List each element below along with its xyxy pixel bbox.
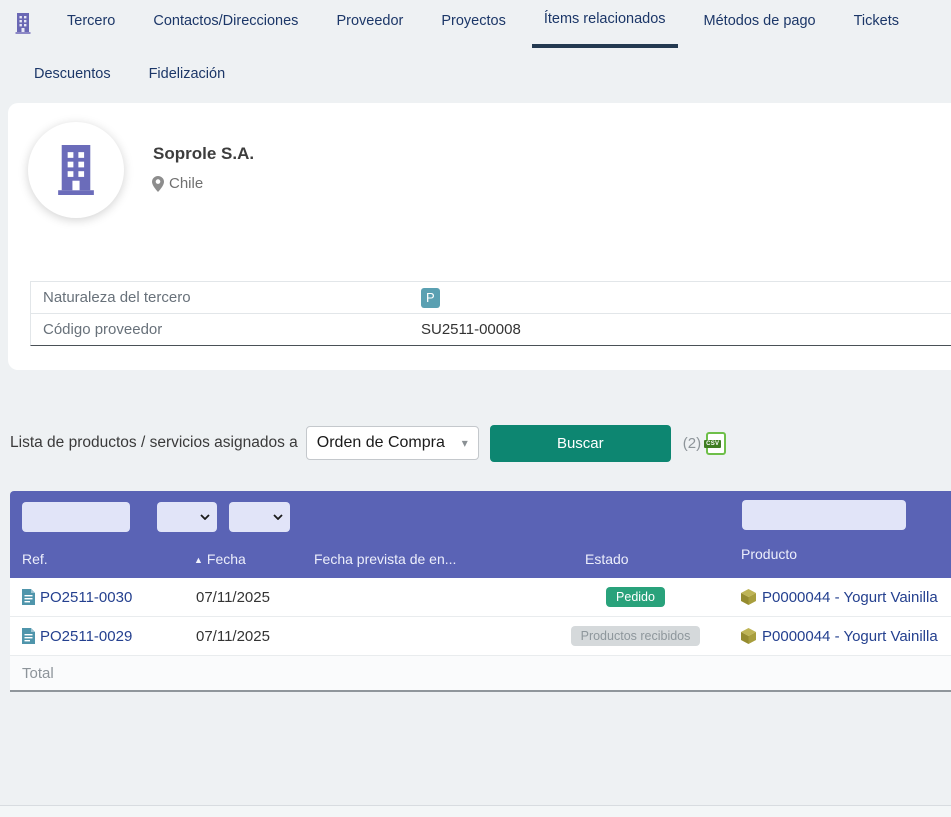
tab-fidelizacion[interactable]: Fidelización xyxy=(137,55,238,98)
order-ref-link[interactable]: PO2511-0030 xyxy=(40,589,132,606)
sort-asc-icon: ▲ xyxy=(194,555,203,565)
column-header-ref[interactable]: Ref. xyxy=(22,551,48,567)
chevron-down-icon xyxy=(273,514,283,520)
products-list-label: Lista de productos / servicios asignados… xyxy=(10,434,298,452)
producto-cell: P0000044 - Yogurt Vainilla xyxy=(719,589,951,606)
company-name: Soprole S.A. xyxy=(153,144,254,164)
date-filter-select-year[interactable] xyxy=(229,502,290,532)
product-link[interactable]: P0000044 - Yogurt Vainilla xyxy=(762,589,938,606)
company-details-table: Naturaleza del tercero P Código proveedo… xyxy=(30,281,951,346)
avatar xyxy=(28,122,124,218)
fecha-cell: 07/11/2025 xyxy=(184,589,302,606)
estado-cell: Productos recibidos xyxy=(552,626,719,647)
chevron-down-icon: ▾ xyxy=(462,436,468,450)
date-filter-select-month[interactable] xyxy=(157,502,217,532)
fecha-cell: 07/11/2025 xyxy=(184,628,302,645)
csv-export-icon[interactable]: CSV xyxy=(706,432,726,455)
tab-descuentos[interactable]: Descuentos xyxy=(22,55,123,98)
producto-filter-input[interactable] xyxy=(742,500,906,530)
nature-badge: P xyxy=(421,288,440,308)
tab-proveedor[interactable]: Proveedor xyxy=(324,0,415,48)
table-row: PO2511-0029 07/11/2025 Productos recibid… xyxy=(10,617,951,656)
column-header-fecha[interactable]: ▲ Fecha xyxy=(194,551,246,567)
tab-items-relacionados[interactable]: Ítems relacionados xyxy=(532,0,678,48)
product-icon xyxy=(741,589,756,605)
ref-cell: PO2511-0030 xyxy=(10,589,184,606)
total-label: Total xyxy=(22,665,54,682)
product-link[interactable]: P0000044 - Yogurt Vainilla xyxy=(762,628,938,645)
column-header-producto[interactable]: Producto xyxy=(741,546,797,562)
building-icon xyxy=(54,145,98,195)
tab-tickets[interactable]: Tickets xyxy=(842,0,911,48)
order-document-icon xyxy=(22,589,35,605)
company-country: Chile xyxy=(152,175,203,192)
chevron-down-icon xyxy=(200,514,210,520)
location-pin-icon xyxy=(152,176,164,192)
csv-tag: CSV xyxy=(704,440,721,448)
object-type-select-value: Orden de Compra xyxy=(317,434,445,452)
ref-cell: PO2511-0029 xyxy=(10,628,184,645)
search-button[interactable]: Buscar xyxy=(490,425,671,462)
detail-label: Naturaleza del tercero xyxy=(31,289,421,306)
related-items-table: Ref. ▲ Fecha Fecha prevista de en... Esta… xyxy=(10,491,951,692)
tab-bar-row2: Descuentos Fidelización xyxy=(22,55,237,98)
detail-value: P xyxy=(421,288,440,308)
tab-tercero[interactable]: Tercero xyxy=(55,0,127,48)
column-header-fecha-label: Fecha xyxy=(207,551,246,567)
ref-filter-input[interactable] xyxy=(22,502,130,532)
company-country-label: Chile xyxy=(169,175,203,192)
tab-bar: Tercero Contactos/Direcciones Proveedor … xyxy=(55,0,911,48)
third-party-page: Tercero Contactos/Direcciones Proveedor … xyxy=(0,0,951,817)
supplier-code-value: SU2511-00008 xyxy=(421,321,521,338)
products-list-bar: Lista de productos / servicios asignados… xyxy=(10,424,726,462)
column-header-fecha-prevista[interactable]: Fecha prevista de en... xyxy=(314,551,456,567)
order-document-icon xyxy=(22,628,35,644)
object-type-select[interactable]: Orden de Compra ▾ xyxy=(306,426,479,460)
status-badge: Pedido xyxy=(606,587,665,608)
table-row: PO2511-0030 07/11/2025 Pedido P0000044 -… xyxy=(10,578,951,617)
building-icon xyxy=(14,13,32,34)
status-badge: Productos recibidos xyxy=(571,626,701,647)
footer-divider xyxy=(0,805,951,817)
detail-row-nature: Naturaleza del tercero P xyxy=(31,281,951,313)
detail-row-supplier-code: Código proveedor SU2511-00008 xyxy=(31,313,951,345)
table-header: Ref. ▲ Fecha Fecha prevista de en... Esta… xyxy=(10,491,951,578)
total-row: Total xyxy=(10,656,951,692)
order-ref-link[interactable]: PO2511-0029 xyxy=(40,628,132,645)
tab-metodos-de-pago[interactable]: Métodos de pago xyxy=(692,0,828,48)
estado-cell: Pedido xyxy=(552,587,719,608)
company-card: Soprole S.A. Chile Naturaleza del tercer… xyxy=(8,103,951,370)
product-icon xyxy=(741,628,756,644)
tab-contactos-direcciones[interactable]: Contactos/Direcciones xyxy=(141,0,310,48)
tab-proyectos[interactable]: Proyectos xyxy=(429,0,517,48)
result-count: (2) xyxy=(683,435,701,452)
detail-label: Código proveedor xyxy=(31,321,421,338)
producto-cell: P0000044 - Yogurt Vainilla xyxy=(719,628,951,645)
column-header-estado[interactable]: Estado xyxy=(585,551,629,567)
